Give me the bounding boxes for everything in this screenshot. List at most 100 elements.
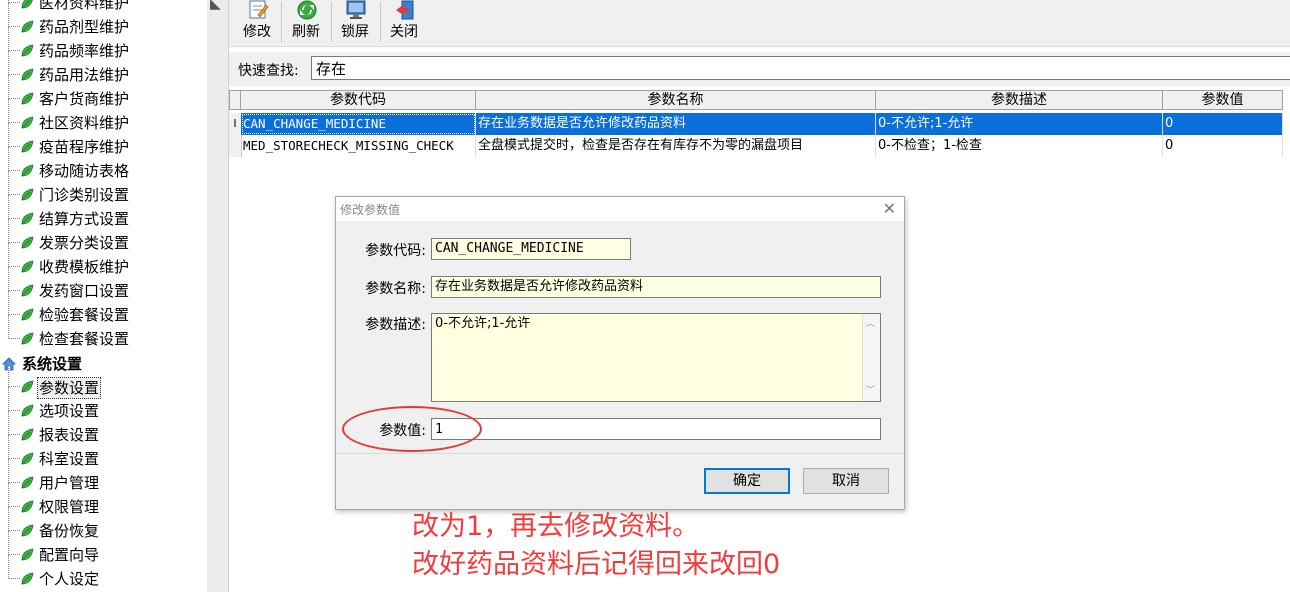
close-button[interactable]: 关闭 [381, 0, 427, 44]
leaf-icon [21, 380, 34, 393]
cell-desc[interactable]: 0-不允许;1-允许 [876, 113, 1163, 135]
tree-item-label: 科室设置 [39, 450, 100, 468]
tree-item[interactable]: 收费模板维护 [0, 243, 207, 279]
leaf-icon [21, 452, 34, 465]
lock-screen-button[interactable]: 锁屏 [332, 0, 378, 44]
tree-item-label: 疫苗程序维护 [39, 138, 130, 156]
tree-item-label: 个人设定 [39, 570, 100, 588]
leaf-icon [21, 428, 34, 441]
tree-line [8, 459, 9, 483]
column-header-desc[interactable]: 参数描述 [875, 90, 1163, 110]
param-code-field[interactable]: CAN_CHANGE_MEDICINE [431, 238, 631, 260]
tree-line [8, 51, 9, 75]
tree-connector [8, 290, 20, 291]
tree-line [8, 171, 9, 195]
tree-item-label: 检验套餐设置 [39, 306, 130, 324]
cell-code[interactable]: MED_STORECHECK_MISSING_CHECK [241, 135, 476, 157]
tree-connector [8, 50, 20, 51]
leaf-icon [21, 476, 34, 489]
tree-item[interactable]: 门诊类别设置 [0, 171, 207, 207]
cell-desc[interactable]: 0-不检查；1-检查 [876, 135, 1163, 157]
table-row[interactable]: I CAN_CHANGE_MEDICINE 存在业务数据是否允许修改药品资料 0… [229, 113, 1290, 135]
tree-item[interactable]: 发票分类设置 [0, 219, 207, 255]
tree-item-label: 权限管理 [39, 498, 100, 516]
refresh-button[interactable]: 刷新 [283, 0, 329, 44]
tree-item-label: 报表设置 [39, 426, 100, 444]
scroll-down-icon[interactable]: ﹀ [866, 383, 875, 399]
column-header-value[interactable]: 参数值 [1162, 90, 1283, 110]
ok-button[interactable]: 确定 [704, 468, 790, 494]
desc-scrollbar[interactable]: ︿ ﹀ [862, 314, 880, 401]
tree-line [8, 147, 9, 171]
cell-value[interactable]: 0 [1163, 113, 1283, 135]
tree-item[interactable]: 移动随访表格 [0, 147, 207, 183]
param-desc-textarea[interactable]: 0-不允许;1-允许 ︿ ﹀ [431, 313, 881, 402]
tree-item[interactable]: 客户货商维护 [0, 75, 207, 111]
cell-name[interactable]: 存在业务数据是否允许修改药品资料 [476, 113, 876, 135]
tree-line [8, 387, 9, 411]
tree-item[interactable]: 药品用法维护 [0, 51, 207, 87]
dialog-close-icon[interactable]: ✕ [883, 199, 896, 218]
tree-item[interactable]: 结算方式设置 [0, 195, 207, 231]
edit-button[interactable]: 修改 [234, 0, 280, 44]
tree-line [8, 291, 9, 315]
tree-line [8, 27, 9, 51]
leaf-icon [21, 236, 34, 249]
param-name-field[interactable]: 存在业务数据是否允许修改药品资料 [431, 276, 881, 298]
quick-search-input[interactable] [311, 56, 1290, 80]
tree-line [8, 195, 9, 219]
table-row[interactable]: MED_STORECHECK_MISSING_CHECK 全盘模式提交时，检查是… [229, 135, 1290, 157]
tree-item[interactable]: 参数设置 [0, 363, 207, 399]
tree-item[interactable]: 药品频率维护 [0, 27, 207, 63]
tree-line [8, 531, 9, 555]
tree-connector [8, 2, 20, 3]
tree-item[interactable]: 发药窗口设置 [0, 267, 207, 303]
tree-item-label: 用户管理 [39, 474, 100, 492]
tree-item[interactable]: 用户管理 [0, 459, 207, 495]
cell-name[interactable]: 全盘模式提交时，检查是否存在有库存不为零的漏盘项目 [476, 135, 876, 157]
tree-item[interactable]: 权限管理 [0, 483, 207, 519]
tree-item[interactable]: 配置向导 [0, 531, 207, 567]
param-value-input[interactable] [431, 418, 881, 440]
leaf-icon [21, 92, 34, 105]
tree-item[interactable]: 选项设置 [0, 387, 207, 423]
tree-item[interactable]: 检验套餐设置 [0, 291, 207, 327]
tree-connector [8, 146, 20, 147]
leaf-icon [21, 212, 34, 225]
tree-connector [8, 458, 20, 459]
leaf-icon [21, 500, 34, 513]
tree-item[interactable]: 社区资料维护 [0, 99, 207, 135]
leaf-icon [21, 140, 34, 153]
tree-line [8, 411, 9, 435]
leaf-icon [21, 44, 34, 57]
cell-value[interactable]: 0 [1163, 135, 1283, 157]
leaf-icon [21, 116, 34, 129]
tree-item[interactable]: 备份恢复 [0, 507, 207, 543]
exit-door-icon [396, 0, 414, 20]
scroll-up-icon[interactable]: ︿ [866, 316, 875, 332]
tree-item[interactable]: 疫苗程序维护 [0, 123, 207, 159]
tree-item[interactable]: 个人设定 [0, 555, 207, 591]
param-desc-text: 0-不允许;1-允许 [435, 316, 531, 331]
tree-connector [8, 170, 20, 171]
tree-item[interactable]: 科室设置 [0, 435, 207, 471]
dialog-footer: 确定 取消 [336, 454, 904, 509]
tree-connector [8, 506, 20, 507]
sidebar-splitter[interactable]: ◣ [207, 0, 229, 592]
collapse-arrow-icon[interactable]: ◣ [210, 0, 221, 12]
cancel-button[interactable]: 取消 [803, 468, 889, 494]
tree-connector [8, 482, 20, 483]
tree-item[interactable]: 报表设置 [0, 411, 207, 447]
tree-connector [8, 98, 20, 99]
tree-item[interactable]: 医材资料维护 [0, 0, 207, 15]
tree-group-system-settings[interactable]: 系统设置 [0, 352, 207, 376]
dialog-titlebar[interactable]: 修改参数值 ✕ [336, 197, 904, 221]
tree-item[interactable]: 检查套餐设置 [0, 315, 207, 351]
leaf-icon [21, 332, 34, 345]
tree-item[interactable]: 药品剂型维护 [0, 3, 207, 39]
tree-item-label: 发药窗口设置 [39, 282, 130, 300]
column-header-code[interactable]: 参数代码 [240, 90, 476, 110]
column-header-name[interactable]: 参数名称 [475, 90, 876, 110]
tree-item-label: 药品频率维护 [39, 42, 130, 60]
cell-code[interactable]: CAN_CHANGE_MEDICINE [241, 113, 476, 135]
